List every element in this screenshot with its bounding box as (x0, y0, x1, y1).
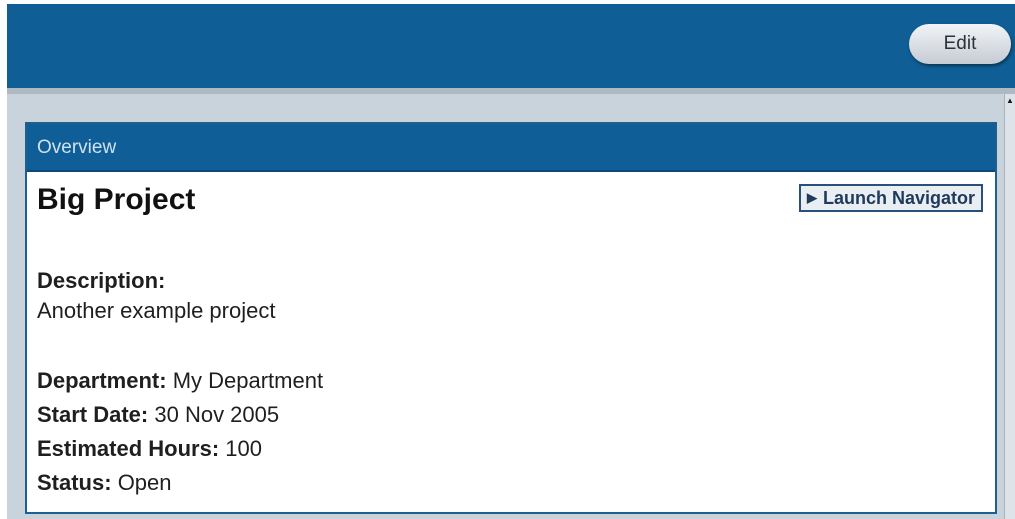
field-value: 100 (225, 436, 262, 461)
app-frame: Edit ▲ Overview Big Project ▶ Launch Nav… (7, 4, 1015, 519)
field-label: Status: (37, 470, 118, 495)
toolbar-divider (7, 88, 1015, 94)
scroll-up-arrow-icon[interactable]: ▲ (1006, 96, 1014, 106)
panel-header: Overview (27, 124, 995, 172)
field-department: Department: My Department (37, 364, 995, 398)
field-estimated-hours: Estimated Hours: 100 (37, 432, 995, 466)
description-label: Description: (37, 268, 166, 293)
vertical-scrollbar[interactable]: ▲ (1004, 94, 1015, 519)
launch-navigator-button[interactable]: ▶ Launch Navigator (798, 184, 983, 212)
field-label: Start Date: (37, 402, 155, 427)
launch-navigator-label: Launch Navigator (822, 188, 975, 208)
field-status: Status: Open (37, 466, 995, 500)
description-value: Another example project (37, 298, 276, 323)
top-toolbar: Edit (7, 4, 1015, 88)
project-fields: Department: My Department Start Date: 30… (37, 364, 995, 500)
field-value: My Department (172, 368, 324, 393)
edit-button[interactable]: Edit (909, 24, 1011, 64)
field-value: 30 Nov 2005 (154, 402, 280, 427)
field-label: Department: (37, 368, 173, 393)
field-label: Estimated Hours: (37, 436, 226, 461)
play-triangle-icon: ▶ (806, 190, 817, 205)
field-value: Open (117, 470, 172, 495)
panel-body: Big Project ▶ Launch Navigator Descripti… (27, 172, 995, 500)
field-start-date: Start Date: 30 Nov 2005 (37, 398, 995, 432)
overview-panel: Overview Big Project ▶ Launch Navigator … (25, 122, 997, 514)
